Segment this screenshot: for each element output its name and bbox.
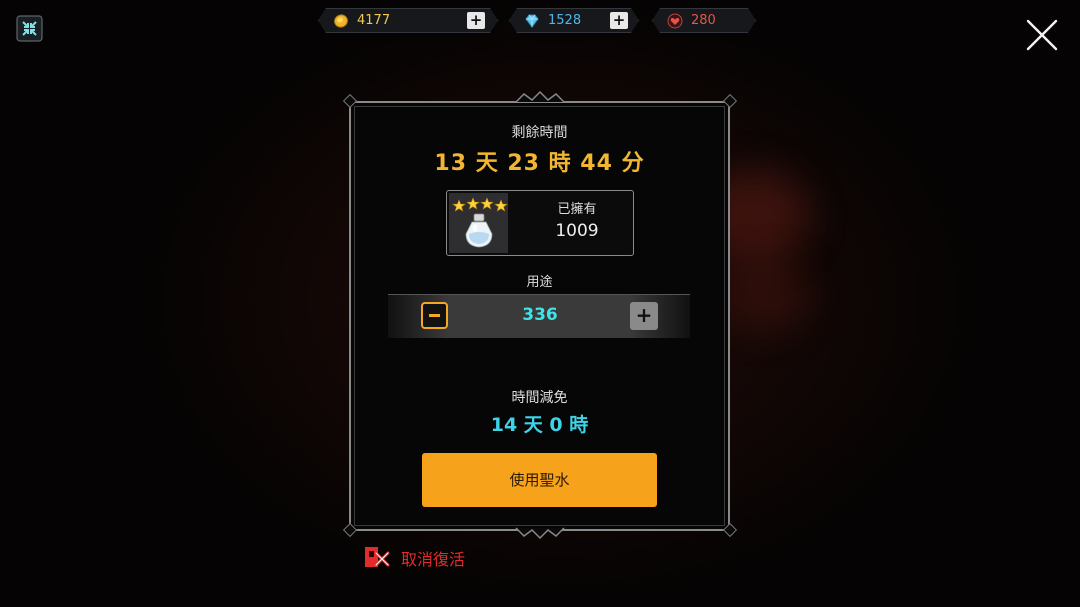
use-holy-water-button[interactable]: 使用聖水 <box>422 453 657 507</box>
increase-quantity-button[interactable]: + <box>630 302 658 330</box>
gem-value: 1528 <box>548 13 582 28</box>
gold-value: 4177 <box>357 13 391 28</box>
heart-value: 280 <box>691 13 716 28</box>
remaining-time-value: 13 天 23 時 44 分 <box>434 151 645 176</box>
time-reduction-value: 14 天 0 時 <box>490 414 589 436</box>
holy-water-potion-icon <box>465 213 493 248</box>
add-gold-button[interactable]: + <box>467 12 485 29</box>
diamond-icon <box>524 13 540 29</box>
add-gem-button[interactable]: + <box>610 12 628 29</box>
usage-label: 用途 <box>526 275 553 290</box>
cancel-revive-button[interactable]: 取消復活 <box>401 546 465 570</box>
time-reduction-label: 時間減免 <box>511 390 568 406</box>
remaining-time-label: 剩餘時間 <box>511 125 568 141</box>
gold-counter: 4177 + <box>318 8 498 33</box>
background-glow <box>720 260 810 330</box>
quantity-value: 336 <box>522 305 558 325</box>
heart-counter: 280 <box>652 8 756 33</box>
panel-bottom-ornament <box>515 527 565 540</box>
owned-label: 已擁有 <box>557 202 597 217</box>
decrease-quantity-button[interactable] <box>421 302 448 329</box>
owned-value: 1009 <box>555 221 599 241</box>
gem-counter: 1528 + <box>509 8 639 33</box>
panel-top-ornament <box>515 90 565 103</box>
cancel-revive-icon[interactable] <box>362 543 392 571</box>
shrink-icon[interactable] <box>16 15 43 42</box>
heart-icon <box>667 13 683 29</box>
close-icon[interactable] <box>1024 17 1060 53</box>
gold-coin-icon <box>333 13 349 29</box>
